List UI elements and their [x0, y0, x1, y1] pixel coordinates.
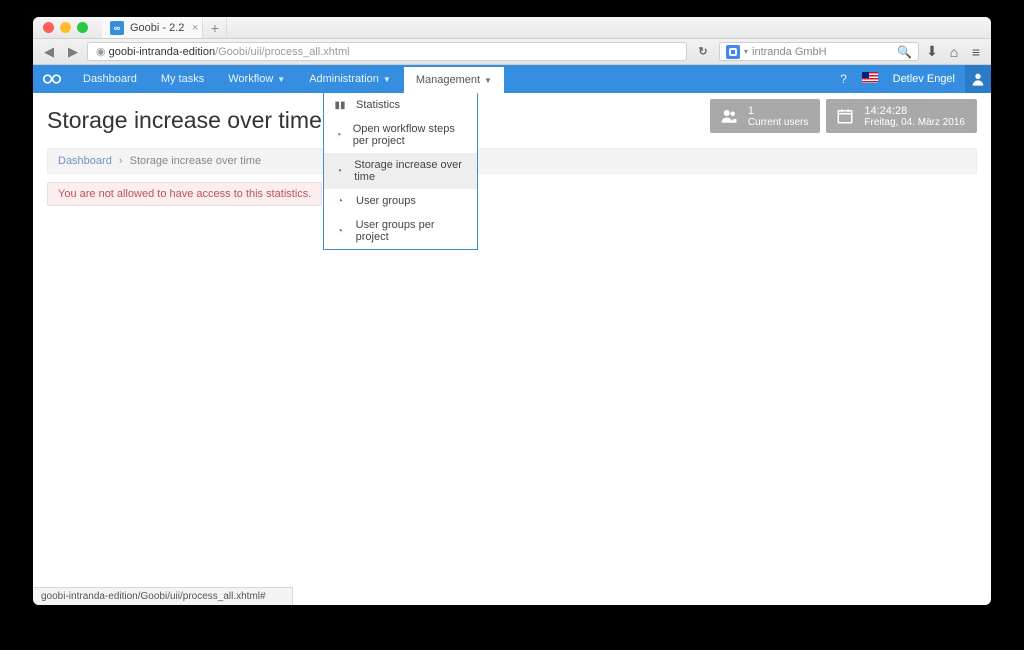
close-tab-icon[interactable]: × — [192, 22, 198, 34]
breadcrumb: Dashboard › Storage increase over time — [47, 148, 977, 174]
flag-icon — [862, 72, 878, 83]
pie-icon: ◔ — [334, 226, 346, 237]
help-icon[interactable]: ? — [831, 72, 857, 86]
globe-icon: ◉ — [96, 45, 109, 58]
calendar-icon — [836, 107, 854, 125]
user-name[interactable]: Detlev Engel — [883, 73, 965, 85]
search-box[interactable]: ▾ intranda GmbH 🔍 — [719, 42, 919, 61]
status-text: goobi-intranda-edition/Goobi/uii/process… — [41, 591, 266, 602]
language-flag[interactable] — [857, 72, 883, 86]
users-icon — [720, 107, 738, 125]
chevron-down-icon: ▼ — [277, 75, 285, 84]
search-placeholder: intranda GmbH — [752, 46, 827, 58]
dropdown-item-statistics[interactable]: ▮▮ Statistics — [324, 93, 477, 117]
date-value: Freitag, 04. März 2016 — [864, 117, 965, 128]
management-dropdown: ▮▮ Statistics ◔ Open workflow steps per … — [323, 93, 478, 250]
tab-favicon: ∞ — [110, 21, 124, 35]
users-count: 1 — [748, 105, 809, 117]
pie-icon: ◔ — [334, 196, 346, 207]
status-bar: goobi-intranda-edition/Goobi/uii/process… — [33, 587, 293, 605]
chevron-down-icon: ▼ — [484, 76, 492, 85]
titlebar: ∞ Goobi - 2.2 × + — [33, 17, 991, 39]
nav-administration[interactable]: Administration▼ — [297, 65, 403, 93]
page-body: 1 Current users 14:24:28 Freitag, 04. Mä… — [33, 93, 991, 216]
breadcrumb-current: Storage increase over time — [130, 155, 261, 167]
app-navbar: Dashboard My tasks Workflow▼ Administrat… — [33, 65, 991, 93]
url-path: /Goobi/uii/process_all.xhtml — [215, 46, 350, 58]
nav-dashboard[interactable]: Dashboard — [71, 65, 149, 93]
forward-button[interactable]: ▶ — [63, 44, 83, 60]
dropdown-item-user-groups-per-project[interactable]: ◔ User groups per project — [324, 213, 477, 249]
search-engine-icon — [726, 45, 740, 59]
back-button[interactable]: ◀ — [39, 44, 59, 60]
dropdown-item-open-workflow-steps[interactable]: ◔ Open workflow steps per project — [324, 117, 477, 153]
pie-icon: ◔ — [334, 166, 344, 177]
card-datetime[interactable]: 14:24:28 Freitag, 04. März 2016 — [826, 99, 977, 133]
breadcrumb-separator: › — [115, 155, 127, 167]
home-icon[interactable]: ⌂ — [945, 44, 963, 60]
nav-my-tasks[interactable]: My tasks — [149, 65, 216, 93]
browser-window: ∞ Goobi - 2.2 × + ◀ ▶ ◉ goobi-intranda-e… — [33, 17, 991, 605]
menu-icon[interactable]: ≡ — [967, 44, 985, 60]
minimize-window-button[interactable] — [60, 22, 71, 33]
nav-workflow[interactable]: Workflow▼ — [216, 65, 297, 93]
bar-chart-icon: ▮▮ — [334, 100, 346, 111]
error-alert: You are not allowed to have access to th… — [47, 182, 322, 206]
address-bar-row: ◀ ▶ ◉ goobi-intranda-edition/Goobi/uii/p… — [33, 39, 991, 65]
zoom-window-button[interactable] — [77, 22, 88, 33]
breadcrumb-root[interactable]: Dashboard — [58, 155, 112, 167]
card-current-users[interactable]: 1 Current users — [710, 99, 821, 133]
chevron-down-icon: ▼ — [383, 75, 391, 84]
new-tab-button[interactable]: + — [203, 17, 227, 38]
info-cards: 1 Current users 14:24:28 Freitag, 04. Mä… — [710, 99, 977, 133]
app-logo[interactable] — [33, 65, 71, 93]
downloads-icon[interactable]: ⬇ — [923, 43, 941, 60]
dropdown-item-user-groups[interactable]: ◔ User groups — [324, 189, 477, 213]
reload-button[interactable]: ↻ — [691, 45, 715, 58]
viewport: Dashboard My tasks Workflow▼ Administrat… — [33, 65, 991, 587]
pie-icon: ◔ — [334, 130, 343, 141]
user-avatar-button[interactable] — [965, 65, 991, 93]
search-icon[interactable]: 🔍 — [897, 45, 912, 59]
nav-management[interactable]: Management▼ — [403, 65, 505, 93]
tab-title: Goobi - 2.2 — [130, 22, 184, 34]
dropdown-item-storage-increase[interactable]: ◔ Storage increase over time — [324, 153, 477, 189]
time-value: 14:24:28 — [864, 105, 965, 117]
close-window-button[interactable] — [43, 22, 54, 33]
users-label: Current users — [748, 117, 809, 128]
tab-strip: ∞ Goobi - 2.2 × + — [102, 17, 227, 38]
browser-tab[interactable]: ∞ Goobi - 2.2 × — [102, 17, 203, 38]
url-host: goobi-intranda-edition — [109, 46, 215, 58]
window-controls — [33, 22, 88, 33]
address-bar[interactable]: ◉ goobi-intranda-edition/Goobi/uii/proce… — [87, 42, 687, 61]
